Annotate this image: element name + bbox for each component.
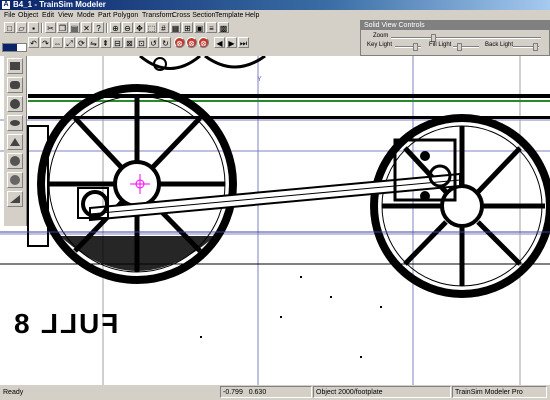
solid-view-controls: Solid View Controls Zoom Key Light Fill … bbox=[360, 20, 550, 56]
view-selector[interactable] bbox=[2, 43, 27, 52]
copy-icon[interactable]: ❐ bbox=[57, 22, 68, 33]
move-icon[interactable]: ⇔ bbox=[52, 37, 63, 48]
stop-y-icon[interactable]: ⊗ bbox=[186, 37, 197, 48]
help-icon[interactable]: ? bbox=[93, 22, 104, 33]
zoom-label: Zoom bbox=[373, 33, 389, 39]
paste-icon[interactable]: ▤ bbox=[69, 22, 80, 33]
select-icon[interactable]: ⬚ bbox=[146, 22, 157, 33]
cone-icon[interactable] bbox=[7, 134, 23, 150]
scale-icon[interactable]: ⤢ bbox=[64, 37, 75, 48]
fill-light-label: Fill Light bbox=[429, 42, 452, 48]
menu-cross-section[interactable]: Cross Section bbox=[172, 10, 216, 21]
menu-file[interactable]: File bbox=[4, 10, 15, 21]
primitive-toolbox bbox=[4, 56, 27, 226]
zoom-slider[interactable] bbox=[391, 34, 541, 42]
back-light-label: Back Light bbox=[485, 42, 514, 48]
delete-icon[interactable]: ✕ bbox=[81, 22, 92, 33]
undo-icon[interactable]: ↶ bbox=[28, 37, 39, 48]
y-axis-label: Y bbox=[257, 76, 262, 83]
tube-icon[interactable] bbox=[7, 115, 23, 131]
extrude-icon[interactable]: ⇞ bbox=[100, 37, 111, 48]
ball-icon[interactable] bbox=[7, 153, 23, 169]
layer-icon[interactable]: ≡ bbox=[206, 22, 217, 33]
coord-y: 0.630 bbox=[248, 389, 267, 396]
sphere-icon[interactable] bbox=[7, 96, 23, 112]
next-icon[interactable]: ▶ bbox=[226, 37, 237, 48]
menu-polygon[interactable]: Polygon bbox=[113, 10, 138, 21]
grid-icon[interactable]: # bbox=[158, 22, 169, 33]
solid-view-title: Solid View Controls bbox=[361, 21, 549, 30]
product-cell: TrainSim Modeler Pro bbox=[452, 386, 547, 398]
fill-light-slider[interactable] bbox=[453, 43, 479, 51]
open-icon[interactable]: ▱ bbox=[16, 22, 27, 33]
mirror-icon[interactable]: ⇋ bbox=[88, 37, 99, 48]
status-bar: Ready -0.799 0.630 Object 2000/footplate… bbox=[0, 385, 550, 400]
rotate-right-icon[interactable]: ↻ bbox=[160, 37, 171, 48]
rotate-icon[interactable]: ⟳ bbox=[76, 37, 87, 48]
cut-icon[interactable]: ✂ bbox=[45, 22, 56, 33]
zoom-in-icon[interactable]: ⊕ bbox=[110, 22, 121, 33]
snap-icon[interactable]: ⊞ bbox=[182, 22, 193, 33]
pan-icon[interactable]: ✥ bbox=[134, 22, 145, 33]
toolbar-separator bbox=[106, 23, 108, 33]
options-icon[interactable]: ▩ bbox=[218, 22, 229, 33]
window-title: B4_1 - TrainSim Modeler bbox=[13, 0, 106, 9]
drawing-label-full-8: FULL 8 bbox=[12, 308, 119, 339]
coord-x: -0.799 bbox=[223, 389, 243, 396]
cylinder-icon[interactable] bbox=[7, 77, 23, 93]
menu-view[interactable]: View bbox=[58, 10, 73, 21]
title-bar: A B4_1 - TrainSim Modeler bbox=[0, 0, 550, 10]
menu-mode[interactable]: Mode bbox=[77, 10, 95, 21]
align-icon[interactable]: ⊡ bbox=[136, 37, 147, 48]
last-icon[interactable]: ⏭ bbox=[238, 37, 249, 48]
redo-icon[interactable]: ↷ bbox=[40, 37, 51, 48]
fit-icon[interactable]: ▦ bbox=[170, 22, 181, 33]
save-icon[interactable]: ▪ bbox=[28, 22, 39, 33]
weld-icon[interactable]: ⊠ bbox=[124, 37, 135, 48]
menu-edit[interactable]: Edit bbox=[42, 10, 54, 21]
new-icon[interactable]: □ bbox=[4, 22, 15, 33]
lock-icon[interactable]: ▣ bbox=[194, 22, 205, 33]
menu-object[interactable]: Object bbox=[18, 10, 38, 21]
menu-transform[interactable]: Transform bbox=[142, 10, 174, 21]
status-text: Ready bbox=[3, 389, 24, 396]
object-cell: Object 2000/footplate bbox=[313, 386, 451, 398]
stop-x-icon[interactable]: ⊗ bbox=[174, 37, 185, 48]
rotate-left-icon[interactable]: ↺ bbox=[148, 37, 159, 48]
back-light-slider[interactable] bbox=[513, 43, 539, 51]
stop-z-icon[interactable]: ⊗ bbox=[198, 37, 209, 48]
wedge-icon[interactable] bbox=[7, 191, 23, 207]
key-light-label: Key Light bbox=[367, 42, 393, 48]
menu-help[interactable]: Help bbox=[245, 10, 259, 21]
zoom-out-icon[interactable]: ⊖ bbox=[122, 22, 133, 33]
toolbar-row-2: ↶ ↷ ⇔ ⤢ ⟳ ⇋ ⇞ ⊟ ⊠ ⊡ ↺ ↻ ⊗ ⊗ ⊗ ◀ ▶ ⏭ bbox=[0, 37, 360, 50]
menu-template[interactable]: Template bbox=[215, 10, 243, 21]
key-light-slider[interactable] bbox=[395, 43, 421, 51]
toolbar-separator bbox=[41, 23, 43, 33]
model-viewport[interactable]: Y FULL 8 bbox=[0, 56, 550, 385]
box-icon[interactable] bbox=[7, 58, 23, 74]
toolbar-row-1: □ ▱ ▪ ✂ ❐ ▤ ✕ ? ⊕ ⊖ ✥ ⬚ # ▦ ⊞ ▣ ≡ ▩ bbox=[0, 22, 360, 35]
coord-cell: -0.799 0.630 bbox=[220, 386, 312, 398]
prev-icon[interactable]: ◀ bbox=[214, 37, 225, 48]
split-icon[interactable]: ⊟ bbox=[112, 37, 123, 48]
ball2-icon[interactable] bbox=[7, 172, 23, 188]
app-icon[interactable]: A bbox=[2, 1, 10, 9]
menu-part[interactable]: Part bbox=[98, 10, 111, 21]
